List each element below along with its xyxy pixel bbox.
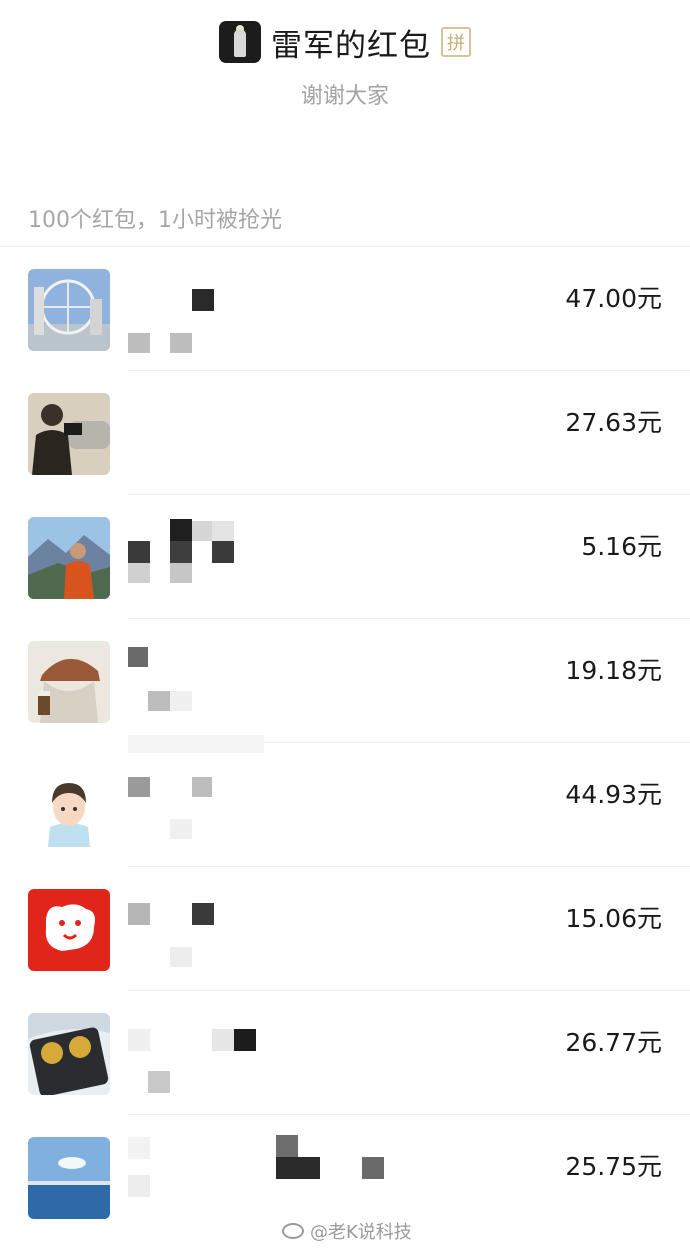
red-packet-header: 雷军的红包 拼 谢谢大家 bbox=[0, 0, 690, 200]
cartoon-hat-avatar bbox=[28, 641, 110, 723]
pixelated-nickname bbox=[128, 903, 150, 925]
amount: 47.00元 bbox=[565, 284, 662, 313]
pixelated-nickname bbox=[170, 947, 192, 967]
pixelated-nickname bbox=[148, 1071, 170, 1093]
amount: 26.77元 bbox=[565, 1028, 662, 1057]
red-packet-summary: 100个红包，1小时被抢光 bbox=[28, 208, 282, 233]
list-item[interactable]: 27.63元 bbox=[0, 371, 690, 563]
list-item[interactable]: 26.77元 bbox=[0, 991, 690, 1115]
pixelated-nickname bbox=[128, 777, 150, 797]
pixelated-nickname bbox=[362, 1157, 384, 1179]
title-row: 雷军的红包 拼 bbox=[0, 18, 690, 66]
pixelated-nickname bbox=[212, 1029, 234, 1051]
recipient-list: 47.00元 27.63元 5.16元 19.18元 44.93元 15.06元… bbox=[0, 247, 690, 1239]
amount: 15.06元 bbox=[565, 904, 662, 933]
pixelated-nickname bbox=[170, 333, 192, 353]
list-item[interactable]: 19.18元 bbox=[0, 619, 690, 743]
pixelated-nickname bbox=[192, 903, 214, 925]
page-title: 雷军的红包 bbox=[271, 27, 431, 64]
amount: 44.93元 bbox=[565, 780, 662, 809]
amount: 25.75元 bbox=[565, 1152, 662, 1181]
mountain-person-photo-avatar bbox=[28, 517, 110, 599]
list-item[interactable]: 44.93元 bbox=[0, 735, 690, 867]
pixelated-nickname bbox=[128, 1137, 150, 1159]
pixelated-nickname bbox=[148, 691, 170, 711]
jd-dog-logo-avatar bbox=[28, 889, 110, 971]
amount: 27.63元 bbox=[565, 408, 662, 437]
sender-avatar[interactable] bbox=[219, 21, 261, 63]
list-item[interactable]: 47.00元 bbox=[0, 247, 690, 371]
ferris-wheel-photo-avatar bbox=[28, 269, 110, 351]
pixelated-nickname bbox=[192, 777, 212, 797]
pin-badge: 拼 bbox=[441, 27, 471, 57]
amount: 19.18元 bbox=[565, 656, 662, 685]
pixelated-nickname bbox=[276, 1157, 298, 1179]
pixelated-nickname bbox=[234, 1029, 256, 1051]
pixelated-nickname bbox=[192, 521, 212, 541]
cartoon-boy-avatar bbox=[28, 765, 110, 847]
pixelated-nickname bbox=[212, 521, 234, 541]
watermark-text: @老K说科技 bbox=[310, 1222, 412, 1243]
amount: 5.16元 bbox=[581, 532, 662, 561]
list-item[interactable]: 15.06元 bbox=[0, 867, 690, 991]
pixelated-nickname bbox=[128, 563, 150, 583]
weibo-icon bbox=[282, 1223, 304, 1239]
pixelated-nickname bbox=[170, 563, 192, 583]
pixelated-nickname bbox=[128, 647, 148, 667]
photographer-photo-avatar bbox=[28, 393, 110, 475]
pixelated-nickname bbox=[128, 735, 264, 753]
pixelated-nickname bbox=[128, 333, 150, 353]
pixelated-nickname bbox=[170, 819, 192, 839]
watermark: @老K说科技 bbox=[282, 1218, 412, 1244]
pixelated-nickname bbox=[128, 1175, 150, 1197]
pixelated-nickname bbox=[276, 1135, 298, 1157]
pixelated-nickname bbox=[192, 289, 214, 311]
pixelated-nickname bbox=[128, 1029, 150, 1051]
sea-sky-photo-avatar bbox=[28, 1137, 110, 1219]
gold-coins-phone-avatar bbox=[28, 1013, 110, 1095]
pixelated-nickname bbox=[170, 691, 192, 711]
blessing-message: 谢谢大家 bbox=[300, 84, 389, 109]
pixelated-nickname bbox=[298, 1157, 320, 1179]
list-item[interactable]: 5.16元 bbox=[0, 495, 690, 619]
pixelated-nickname bbox=[212, 541, 234, 563]
